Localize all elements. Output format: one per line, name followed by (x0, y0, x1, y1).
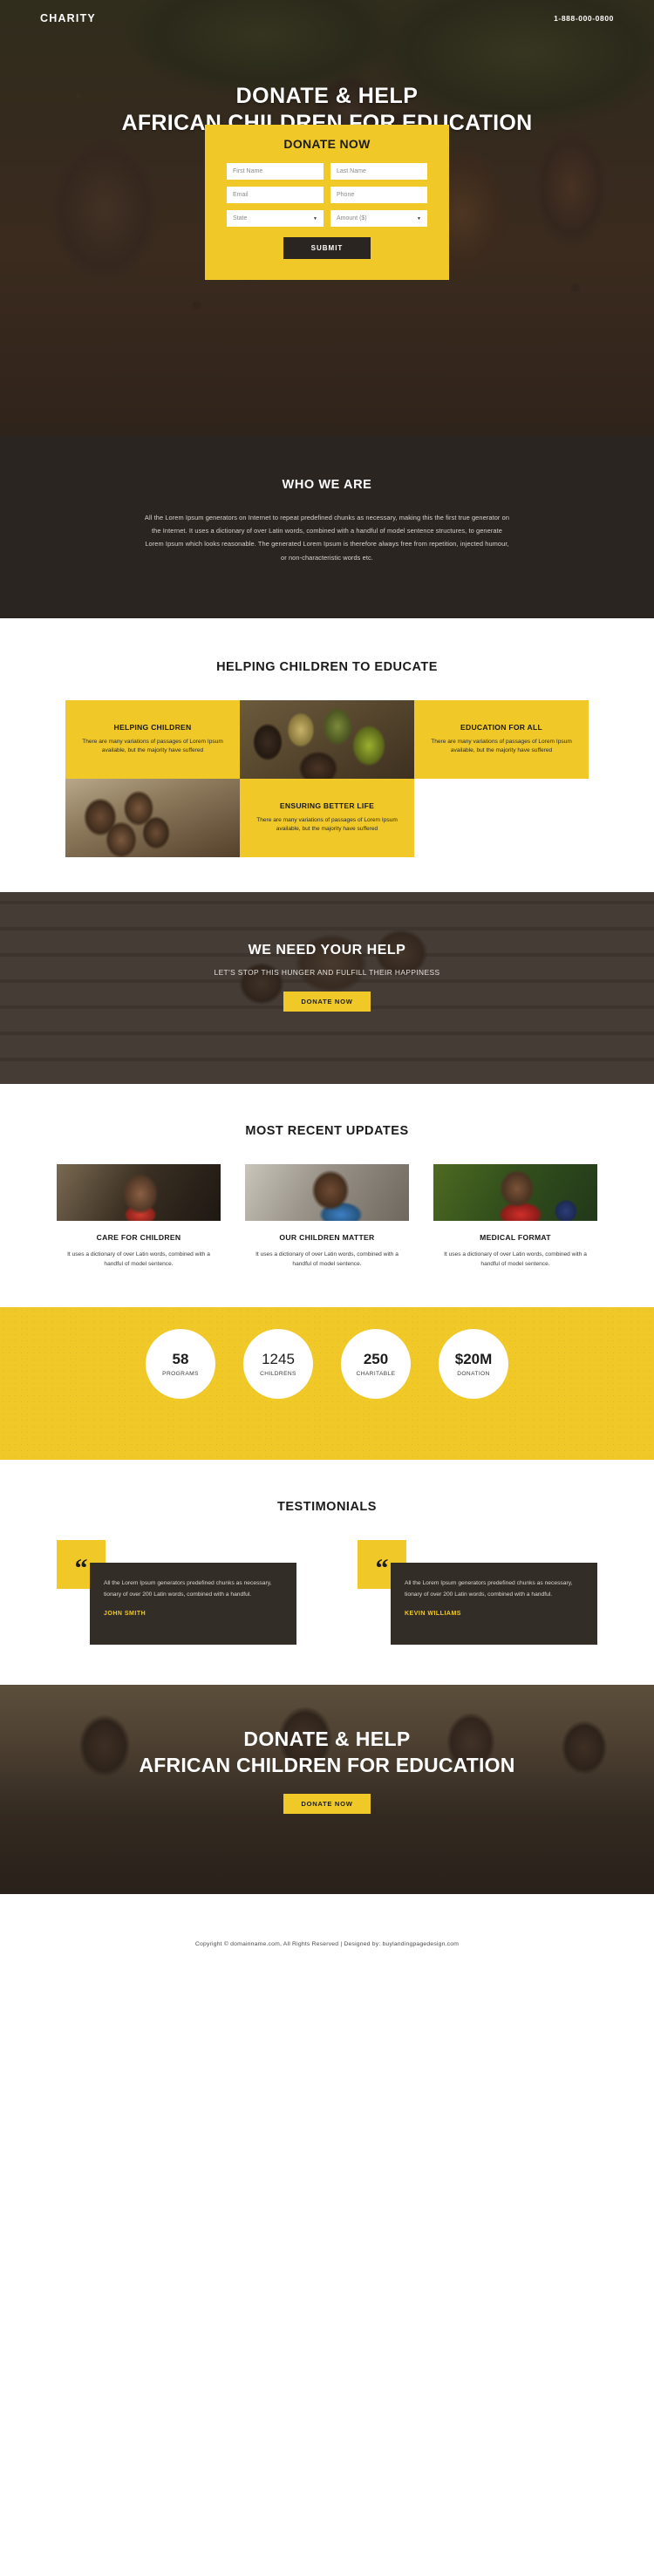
stat-programs: 58 PROGRAMS (146, 1329, 215, 1400)
email-input[interactable]: Email (227, 187, 324, 203)
testimonial-item: “ All the Lorem Ipsum generators predefi… (358, 1540, 597, 1646)
phone-number[interactable]: 1-888-000-0800 (554, 14, 614, 23)
testimonial-body-card: All the Lorem Ipsum generators predefine… (391, 1563, 597, 1646)
educate-title: HELPING CHILDREN TO EDUCATE (216, 659, 438, 674)
update-card-photo (433, 1163, 597, 1221)
stat-number: 250 (363, 1351, 389, 1367)
need-help-subtitle: LET'S STOP THIS HUNGER AND FULFILL THEIR… (214, 967, 440, 977)
educate-photo-classroom (414, 779, 589, 857)
cta-headline-line1: DONATE & HELP (243, 1728, 411, 1751)
need-help-title: WE NEED YOUR HELP (248, 942, 406, 957)
state-select[interactable]: State (227, 210, 324, 227)
cta-headline-line2: AFRICAN CHILDREN FOR EDUCATION (139, 1754, 515, 1777)
stat-label: CHILDRENS (260, 1370, 296, 1377)
update-card-body: It uses a dictionary of over Latin words… (67, 1251, 210, 1268)
form-row-selects: State Amount ($) (227, 210, 427, 227)
educate-cell-body: There are many variations of passages of… (256, 816, 398, 833)
update-card-heading: MEDICAL FORMAT (480, 1232, 551, 1242)
stat-number: 1245 (262, 1351, 295, 1367)
educate-cell-heading: EDUCATION FOR ALL (460, 722, 542, 732)
form-row-name: First Name Last Name (227, 163, 427, 180)
update-card: CARE FOR CHILDREN It uses a dictionary o… (57, 1163, 221, 1270)
final-cta-section: DONATE & HELP AFRICAN CHILDREN FOR EDUCA… (0, 1685, 654, 1895)
hero-section: CHARITY 1-888-000-0800 DONATE & HELP AFR… (0, 0, 654, 436)
testimonial-body-card: All the Lorem Ipsum generators predefine… (90, 1563, 296, 1646)
cta-donate-button[interactable]: DONATE NOW (283, 1794, 371, 1815)
stat-number: $20M (454, 1351, 493, 1367)
amount-select[interactable]: Amount ($) (330, 210, 427, 227)
educate-cell-helping-children: HELPING CHILDREN There are many variatio… (65, 699, 240, 779)
donate-form-card: DONATE NOW First Name Last Name Email Ph… (205, 125, 449, 280)
update-card-heading: CARE FOR CHILDREN (96, 1232, 181, 1242)
who-we-are-section: WHO WE ARE All the Lorem Ipsum generator… (0, 436, 654, 618)
stat-childrens: 1245 CHILDRENS (243, 1329, 313, 1400)
testimonials-title: TESTIMONIALS (277, 1500, 377, 1515)
who-we-are-title: WHO WE ARE (282, 478, 372, 492)
testimonials-list: “ All the Lorem Ipsum generators predefi… (57, 1540, 597, 1646)
educate-photo-siblings (65, 778, 240, 857)
footer: Copyright © domainname.com, All Rights R… (0, 1894, 654, 1994)
form-row-contact: Email Phone (227, 187, 427, 203)
donate-form-title: DONATE NOW (283, 137, 371, 151)
need-help-donate-button[interactable]: DONATE NOW (283, 991, 371, 1012)
educate-cell-education-for-all: EDUCATION FOR ALL There are many variati… (414, 699, 589, 779)
educate-cell-ensuring-better-life: ENSURING BETTER LIFE There are many vari… (240, 778, 414, 857)
stats-row: 58 PROGRAMS 1245 CHILDRENS 250 CHARITABL… (0, 1307, 654, 1400)
stat-number: 58 (172, 1351, 189, 1367)
educate-section: HELPING CHILDREN TO EDUCATE HELPING CHIL… (0, 617, 654, 892)
cta-content: DONATE & HELP AFRICAN CHILDREN FOR EDUCA… (0, 1685, 654, 1815)
last-name-input[interactable]: Last Name (330, 163, 427, 180)
testimonial-author: JOHN SMITH (104, 1610, 146, 1617)
landing-page: CHARITY 1-888-000-0800 DONATE & HELP AFR… (0, 0, 654, 1994)
educate-cell-body: There are many variations of passages of… (82, 738, 223, 754)
testimonial-item: “ All the Lorem Ipsum generators predefi… (57, 1540, 296, 1646)
educate-grid: HELPING CHILDREN There are many variatio… (65, 699, 589, 857)
update-card-photo (245, 1163, 409, 1221)
quote-mark-icon: “ (74, 1554, 88, 1584)
who-we-are-body: All the Lorem Ipsum generators on Intern… (144, 514, 510, 562)
brand-logo[interactable]: CHARITY (40, 12, 96, 24)
updates-section: MOST RECENT UPDATES CARE FOR CHILDREN It… (0, 1083, 654, 1308)
updates-title: MOST RECENT UPDATES (245, 1123, 409, 1138)
educate-cell-body: There are many variations of passages of… (431, 738, 572, 754)
stat-charitable: 250 CHARITABLE (341, 1329, 411, 1400)
updates-card-list: CARE FOR CHILDREN It uses a dictionary o… (57, 1163, 597, 1270)
update-card: OUR CHILDREN MATTER It uses a dictionary… (245, 1163, 409, 1270)
stats-section: 58 PROGRAMS 1245 CHILDRENS 250 CHARITABL… (0, 1307, 654, 1461)
testimonial-text: All the Lorem Ipsum generators predefine… (405, 1580, 573, 1598)
submit-button[interactable]: SUBMIT (283, 237, 371, 259)
stat-donation: $20M DONATION (439, 1329, 508, 1400)
update-card-body: It uses a dictionary of over Latin words… (255, 1251, 399, 1268)
educate-photo-crowd (240, 699, 414, 779)
update-card: MEDICAL FORMAT It uses a dictionary of o… (433, 1163, 597, 1270)
submit-row: SUBMIT (227, 237, 427, 259)
quote-mark-icon: “ (375, 1554, 389, 1584)
stat-label: PROGRAMS (162, 1370, 199, 1377)
testimonial-text: All the Lorem Ipsum generators predefine… (104, 1580, 272, 1598)
update-card-heading: OUR CHILDREN MATTER (279, 1232, 375, 1242)
top-navigation-bar: CHARITY 1-888-000-0800 (0, 0, 654, 37)
hero-headline-line1: DONATE & HELP (235, 84, 419, 108)
update-card-photo (57, 1163, 221, 1221)
testimonials-section: TESTIMONIALS “ All the Lorem Ipsum gener… (0, 1460, 654, 1686)
phone-input[interactable]: Phone (330, 187, 427, 203)
testimonial-author: KEVIN WILLIAMS (405, 1610, 461, 1617)
footer-copyright: Copyright © domainname.com, All Rights R… (194, 1940, 460, 1947)
need-help-section: WE NEED YOUR HELP LET'S STOP THIS HUNGER… (0, 891, 654, 1084)
stat-label: DONATION (457, 1370, 490, 1377)
update-card-body: It uses a dictionary of over Latin words… (444, 1251, 587, 1268)
need-help-content: WE NEED YOUR HELP LET'S STOP THIS HUNGER… (0, 892, 654, 1012)
stat-label: CHARITABLE (356, 1370, 396, 1377)
educate-cell-heading: ENSURING BETTER LIFE (279, 801, 375, 810)
first-name-input[interactable]: First Name (227, 163, 324, 180)
educate-cell-heading: HELPING CHILDREN (113, 722, 192, 732)
